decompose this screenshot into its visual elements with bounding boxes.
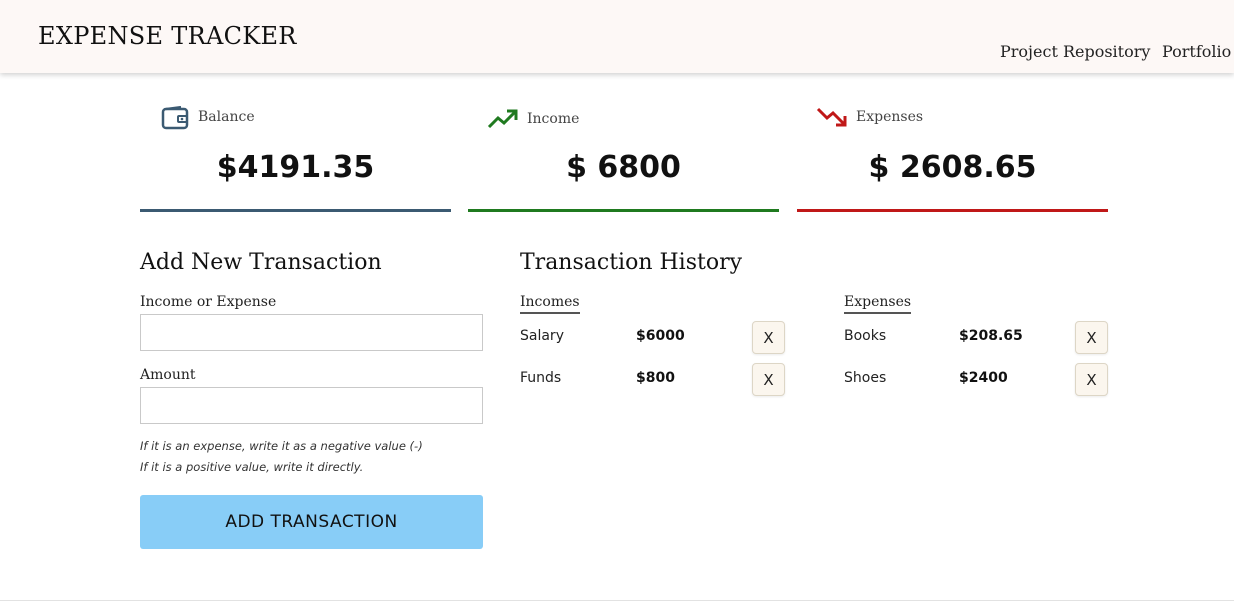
expenses-value: $ 2608.65 bbox=[868, 150, 1037, 185]
app-title: EXPENSE TRACKER bbox=[38, 22, 297, 50]
income-underline bbox=[468, 209, 779, 212]
transaction-history-title: Transaction History bbox=[520, 250, 743, 275]
expense-name: Shoes bbox=[844, 370, 887, 386]
income-value: $ 6800 bbox=[566, 150, 681, 185]
delete-income-button[interactable]: X bbox=[752, 363, 785, 396]
expenses-heading: Expenses bbox=[844, 294, 912, 314]
hint-positive: If it is a positive value, write it dire… bbox=[140, 460, 364, 474]
income-name: Funds bbox=[520, 370, 562, 386]
balance-label: Balance bbox=[198, 109, 255, 125]
nav-link-portfolio[interactable]: Portfolio bbox=[1162, 42, 1231, 61]
type-label: Income or Expense bbox=[140, 294, 277, 310]
expenses-card: Expenses $ 2608.65 bbox=[797, 100, 1108, 212]
balance-card: Balance $4191.35 bbox=[140, 100, 451, 212]
delete-expense-button[interactable]: X bbox=[1075, 321, 1108, 354]
expense-name: Books bbox=[844, 328, 887, 344]
nav-link-project-repository[interactable]: Project Repository bbox=[1000, 42, 1150, 61]
trending-up-icon bbox=[487, 108, 519, 134]
add-transaction-title: Add New Transaction bbox=[140, 250, 382, 275]
income-name: Salary bbox=[520, 328, 564, 344]
expenses-underline bbox=[797, 209, 1108, 212]
income-card: Income $ 6800 bbox=[468, 100, 779, 212]
trending-down-icon bbox=[816, 106, 848, 132]
amount-input[interactable] bbox=[140, 387, 483, 424]
income-amount: $800 bbox=[636, 370, 675, 386]
amount-label: Amount bbox=[140, 367, 196, 383]
balance-value: $4191.35 bbox=[216, 150, 375, 185]
incomes-heading: Incomes bbox=[520, 294, 580, 314]
expense-amount: $2400 bbox=[959, 370, 1008, 386]
income-amount: $6000 bbox=[636, 328, 685, 344]
income-label: Income bbox=[527, 111, 580, 127]
delete-income-button[interactable]: X bbox=[752, 321, 785, 354]
wallet-icon bbox=[161, 105, 189, 134]
hint-expense: If it is an expense, write it as a negat… bbox=[140, 439, 423, 453]
add-transaction-button[interactable]: ADD TRANSACTION bbox=[140, 495, 483, 549]
delete-expense-button[interactable]: X bbox=[1075, 363, 1108, 396]
expense-amount: $208.65 bbox=[959, 328, 1023, 344]
expenses-label: Expenses bbox=[856, 109, 924, 125]
balance-underline bbox=[140, 209, 451, 212]
app-header: EXPENSE TRACKER Project Repository Portf… bbox=[0, 0, 1234, 73]
footer-divider bbox=[0, 600, 1234, 601]
income-or-expense-input[interactable] bbox=[140, 314, 483, 351]
